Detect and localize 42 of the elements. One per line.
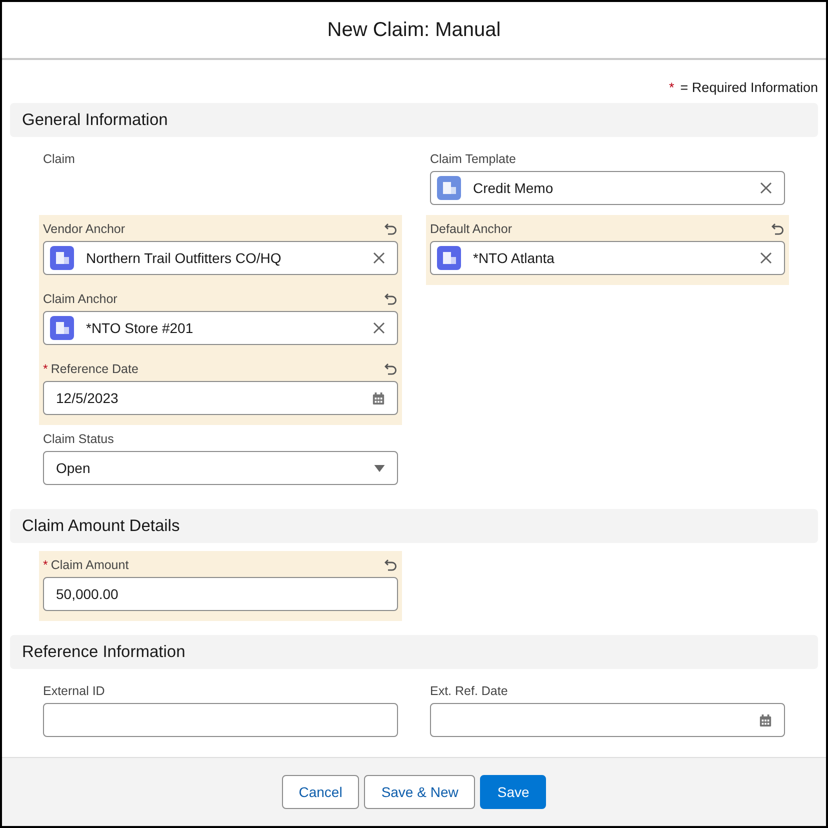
clear-icon[interactable]	[760, 182, 772, 194]
field-label: Claim Amount	[50, 558, 130, 572]
lookup-field[interactable]: *NTO Atlanta	[430, 241, 785, 275]
lookup-field[interactable]: Northern Trail Outfitters CO/HQ	[43, 241, 398, 275]
undo-icon[interactable]	[384, 222, 398, 236]
action-button[interactable]: Save & New	[364, 775, 476, 809]
picklist-field[interactable]: Open	[43, 451, 398, 485]
field-label: Claim Status	[43, 432, 115, 446]
window-title: New Claim: Manual	[327, 18, 501, 42]
clear-icon[interactable]	[373, 322, 385, 334]
field-label: Reference Date	[50, 362, 140, 376]
undo-icon[interactable]	[384, 362, 398, 376]
required-mark: *	[669, 80, 674, 95]
required-mark: *	[43, 362, 48, 376]
field-label: Ext. Ref. Date	[430, 684, 509, 698]
required-legend: = Required Information	[680, 80, 818, 95]
text-field[interactable]	[43, 703, 398, 737]
field-label: External ID	[43, 684, 106, 698]
field-label: Claim	[43, 152, 76, 166]
field-label: Vendor Anchor	[43, 222, 126, 236]
field-label: Claim Anchor	[43, 292, 118, 306]
save-button[interactable]: Save	[480, 775, 546, 809]
lookup-field[interactable]: Credit Memo	[430, 171, 785, 205]
field-label: Default Anchor	[430, 222, 513, 236]
undo-icon[interactable]	[384, 558, 398, 572]
undo-icon[interactable]	[771, 222, 785, 236]
field-label: Claim Template	[430, 152, 517, 166]
section-header: General Information	[10, 103, 818, 137]
calendar-icon[interactable]	[372, 392, 385, 404]
calendar-icon[interactable]	[759, 714, 772, 726]
required-mark: *	[43, 558, 48, 572]
section-header: Claim Amount Details	[10, 509, 818, 543]
undo-icon[interactable]	[384, 292, 398, 306]
clear-icon[interactable]	[373, 252, 385, 264]
caret-icon	[374, 464, 385, 472]
action-button[interactable]: Cancel	[282, 775, 360, 809]
date-field[interactable]: 12/5/2023	[43, 381, 398, 415]
date-field[interactable]	[430, 703, 785, 737]
lookup-field[interactable]: *NTO Store #201	[43, 311, 398, 345]
clear-icon[interactable]	[760, 252, 772, 264]
section-header: Reference Information	[10, 635, 818, 669]
text-field[interactable]: 50,000.00	[43, 577, 398, 611]
